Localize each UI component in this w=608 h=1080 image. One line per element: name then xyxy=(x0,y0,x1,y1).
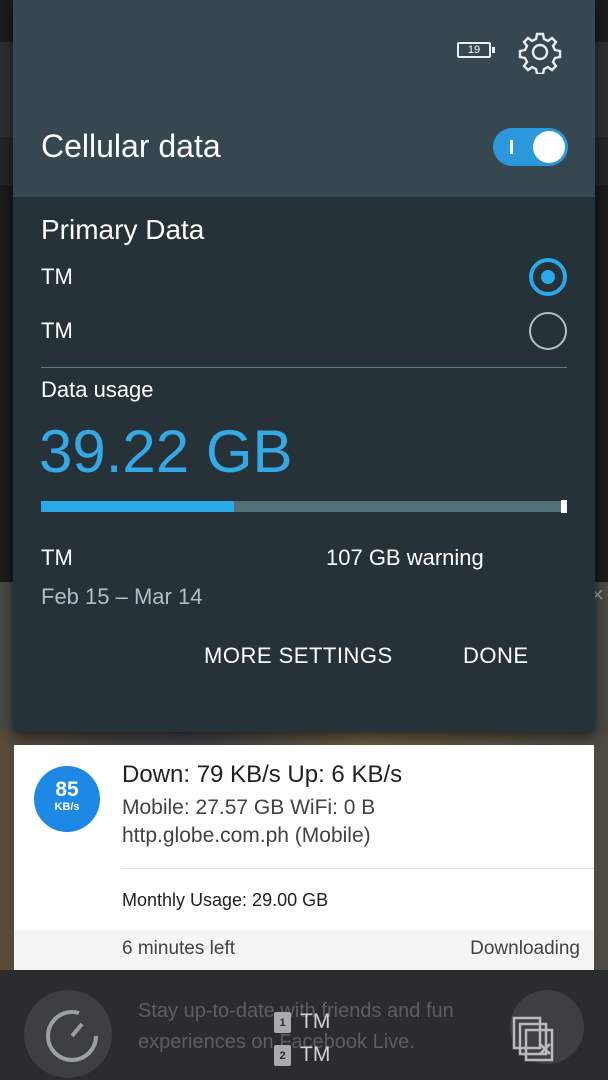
download-status: Downloading xyxy=(470,938,580,959)
speed-badge-number: 85 xyxy=(55,778,79,801)
sim-option-2[interactable]: TM xyxy=(41,312,567,352)
more-settings-button[interactable]: MORE SETTINGS xyxy=(204,643,393,669)
download-time-left: 6 minutes left xyxy=(122,938,235,959)
radio-unselected[interactable] xyxy=(529,312,567,350)
billing-period: Feb 15 – Mar 14 xyxy=(41,584,203,609)
battery-icon: 19 xyxy=(457,42,495,58)
notification-usage: Mobile: 27.57 GB WiFi: 0 B xyxy=(122,796,376,819)
refresh-icon[interactable] xyxy=(24,990,112,1078)
notification-monthly-usage: Monthly Usage: 29.00 GB xyxy=(122,890,329,910)
carrier-name: TM xyxy=(41,545,73,570)
warning-marker xyxy=(561,500,567,513)
panel-header: 19 Cellular data xyxy=(13,0,595,197)
divider xyxy=(41,367,567,368)
battery-level: 19 xyxy=(467,44,481,56)
notification-host: http.globe.com.ph (Mobile) xyxy=(122,824,371,847)
sim-indicator-label: TM xyxy=(300,1043,331,1066)
sim-option-label: TM xyxy=(41,318,73,343)
primary-data-label: Primary Data xyxy=(41,214,205,245)
done-button[interactable]: DONE xyxy=(463,643,529,669)
sim-slot-icon: 2 xyxy=(274,1045,291,1066)
panel-title: Cellular data xyxy=(41,128,221,164)
sim-indicator-1: 1 TM xyxy=(274,1010,354,1036)
radio-selected[interactable] xyxy=(529,258,567,296)
toggle-knob xyxy=(533,131,565,163)
speed-badge-icon: 85 KB/s xyxy=(34,766,100,832)
network-speed-notification[interactable]: 85 KB/s Down: 79 KB/s Up: 6 KB/s Mobile:… xyxy=(14,745,594,930)
warning-limit: 107 GB warning xyxy=(326,545,484,570)
sim-indicator-label: TM xyxy=(300,1010,331,1033)
divider xyxy=(122,868,594,869)
sim-option-1[interactable]: TM xyxy=(41,258,567,298)
gear-icon[interactable] xyxy=(518,30,562,74)
sim-slot-icon: 1 xyxy=(274,1012,291,1033)
download-notification[interactable]: 6 minutes left Downloading xyxy=(14,930,594,970)
usage-progress-bar xyxy=(41,500,567,513)
recent-apps-icon[interactable] xyxy=(510,1014,560,1064)
speed-badge-unit: KB/s xyxy=(54,801,80,813)
toggle-on-mark xyxy=(510,140,513,154)
sim-option-label: TM xyxy=(41,264,73,289)
cellular-data-toggle[interactable] xyxy=(493,128,568,166)
data-usage-value: 39.22 GB xyxy=(39,418,293,485)
sim-indicator-2: 2 TM xyxy=(274,1043,354,1069)
usage-progress-fill xyxy=(41,501,234,512)
data-usage-label: Data usage xyxy=(41,377,154,402)
cellular-data-panel: 19 Cellular data Primary Data TM TM Data… xyxy=(13,0,595,732)
notification-speeds: Down: 79 KB/s Up: 6 KB/s xyxy=(122,761,403,788)
